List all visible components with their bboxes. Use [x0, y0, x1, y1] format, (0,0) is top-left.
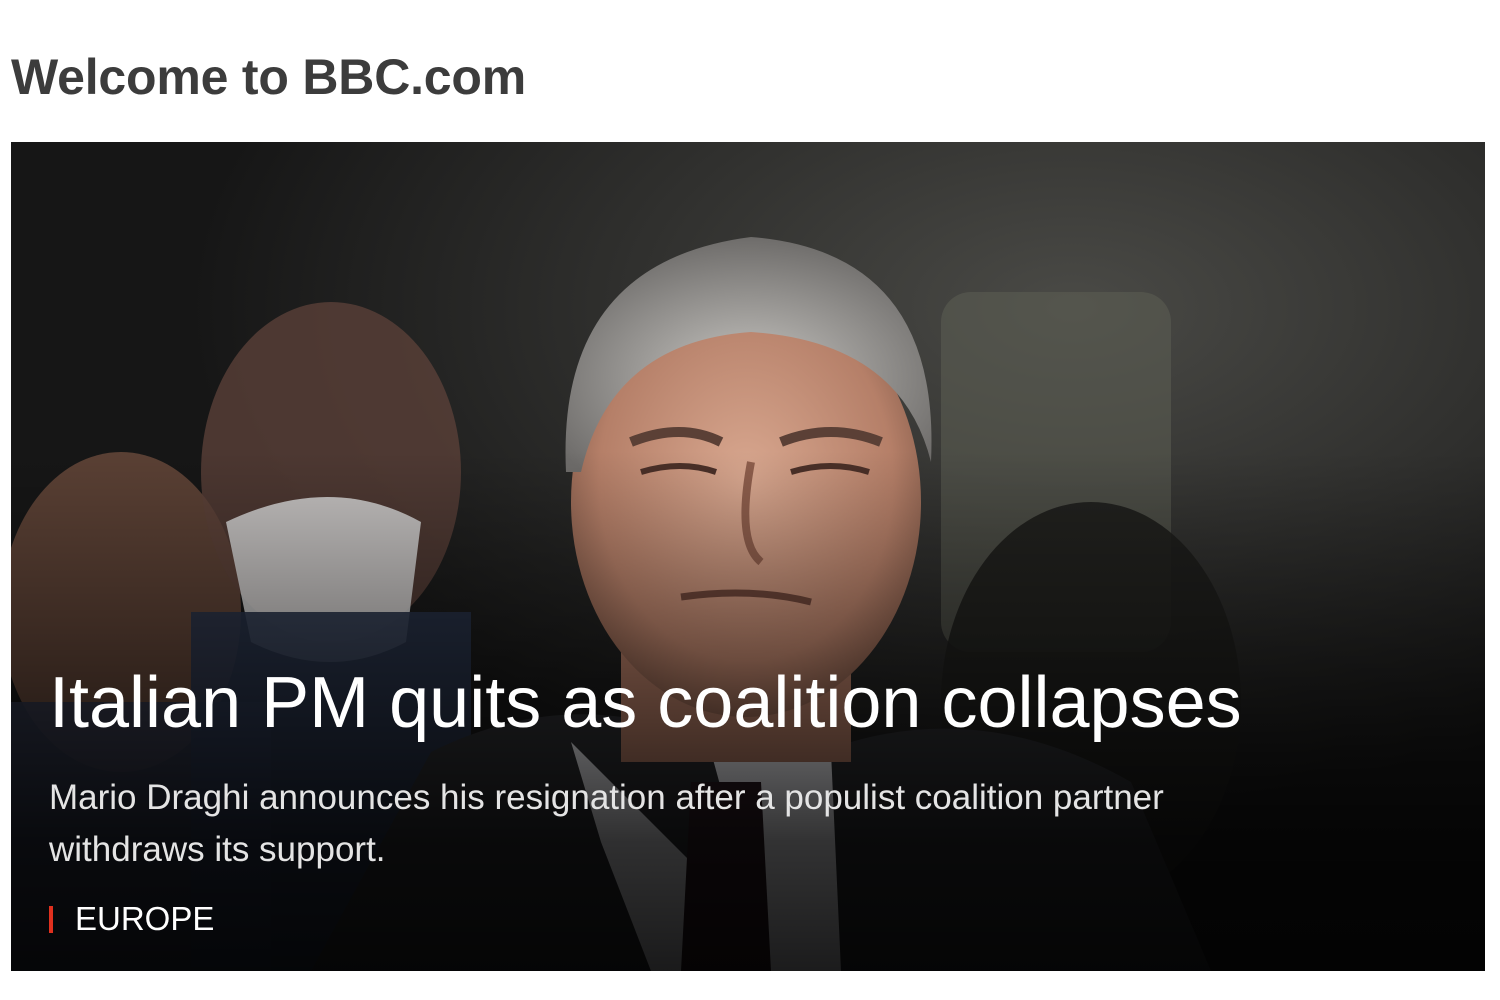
section-tag[interactable]: EUROPE	[49, 900, 214, 938]
section-label[interactable]: EUROPE	[75, 900, 214, 938]
hero-summary: Mario Draghi announces his resignation a…	[49, 778, 1164, 869]
hero-story-card[interactable]: Italian PM quits as coalition collapses …	[11, 142, 1485, 971]
hero-headline[interactable]: Italian PM quits as coalition collapses	[49, 663, 1242, 743]
page-title: Welcome to BBC.com	[11, 49, 527, 105]
section-accent-bar	[49, 905, 53, 933]
